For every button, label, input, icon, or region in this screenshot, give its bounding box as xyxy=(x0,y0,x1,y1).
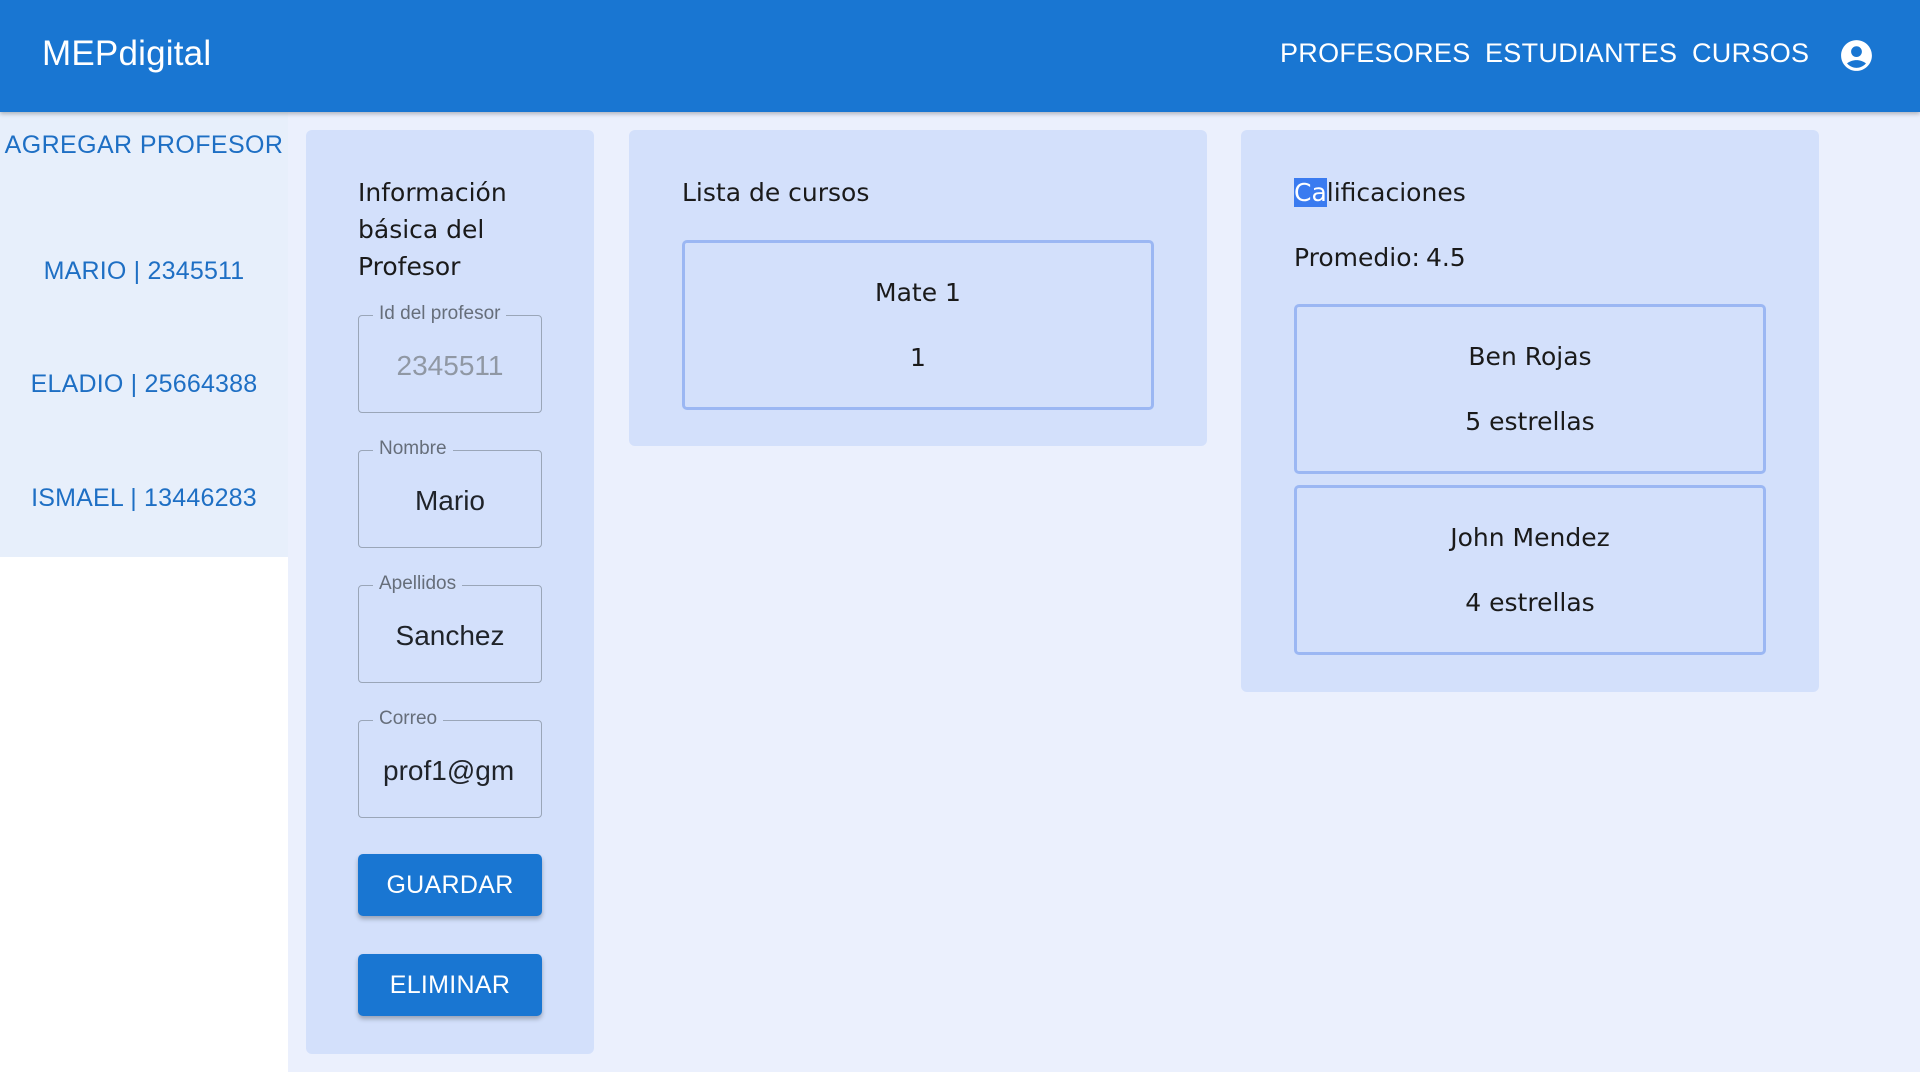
professor-id-field: Id del profesor 2345511 xyxy=(358,302,542,413)
last-name-value[interactable]: Sanchez xyxy=(359,620,541,652)
email-value[interactable]: prof1@gm xyxy=(359,755,541,787)
add-professor-button[interactable]: AGREGAR PROFESOR xyxy=(0,124,288,166)
save-button[interactable]: GUARDAR xyxy=(358,854,542,916)
course-name: Mate 1 xyxy=(875,278,961,307)
course-item[interactable]: Mate 1 1 xyxy=(682,240,1154,410)
name-label: Nombre xyxy=(373,437,453,461)
average-rating: Promedio: 4.5 xyxy=(1294,243,1472,272)
professor-info-title: Información básica del Profesor xyxy=(358,178,507,281)
grades-card: Calificaciones Promedio: 4.5 Ben Rojas 5 … xyxy=(1241,130,1819,692)
rating-stars: 5 estrellas xyxy=(1465,407,1595,436)
nav-cursos[interactable]: CURSOS xyxy=(1692,38,1809,69)
professor-id-label: Id del profesor xyxy=(373,302,507,326)
course-number: 1 xyxy=(910,343,926,372)
average-value: 4.5 xyxy=(1425,243,1466,272)
rating-item[interactable]: John Mendez 4 estrellas xyxy=(1294,485,1766,655)
rating-student: Ben Rojas xyxy=(1468,342,1592,371)
rating-item[interactable]: Ben Rojas 5 estrellas xyxy=(1294,304,1766,474)
brand-logo[interactable]: MEPdigital xyxy=(42,34,211,74)
sidebar-item-eladio[interactable]: ELADIO | 25664388 xyxy=(0,370,288,399)
professor-info-card: Información básica del Profesor Id del p… xyxy=(306,130,594,1054)
app-bar: MEPdigital PROFESORES ESTUDIANTES CURSOS xyxy=(0,0,1920,112)
grades-title-rest: lificaciones xyxy=(1326,178,1466,207)
courses-card: Lista de cursos Mate 1 1 xyxy=(629,130,1207,446)
rating-stars: 4 estrellas xyxy=(1465,588,1595,617)
delete-button[interactable]: ELIMINAR xyxy=(358,954,542,1016)
sidebar-item-mario[interactable]: MARIO | 2345511 xyxy=(0,257,288,286)
grades-title: Calificaciones xyxy=(1294,174,1466,211)
email-label: Correo xyxy=(373,707,444,731)
content-area: AGREGAR PROFESOR MARIO | 2345511 ELADIO … xyxy=(0,112,1920,1080)
average-label: Promedio: xyxy=(1294,243,1420,272)
account-circle-icon[interactable] xyxy=(1838,37,1875,74)
sidebar: AGREGAR PROFESOR MARIO | 2345511 ELADIO … xyxy=(0,112,288,557)
name-field[interactable]: Nombre Mario xyxy=(358,437,542,548)
nav-estudiantes[interactable]: ESTUDIANTES xyxy=(1485,38,1677,69)
sidebar-item-ismael[interactable]: ISMAEL | 13446283 xyxy=(0,484,288,513)
text-selection-highlight: Ca xyxy=(1294,178,1327,207)
name-value[interactable]: Mario xyxy=(359,485,541,517)
courses-title: Lista de cursos xyxy=(682,178,870,207)
nav-profesores[interactable]: PROFESORES xyxy=(1280,38,1471,69)
professor-id-value: 2345511 xyxy=(396,350,504,381)
email-field[interactable]: Correo prof1@gm xyxy=(358,707,542,818)
last-name-label: Apellidos xyxy=(373,572,463,596)
rating-student: John Mendez xyxy=(1450,523,1610,552)
last-name-field[interactable]: Apellidos Sanchez xyxy=(358,572,542,683)
